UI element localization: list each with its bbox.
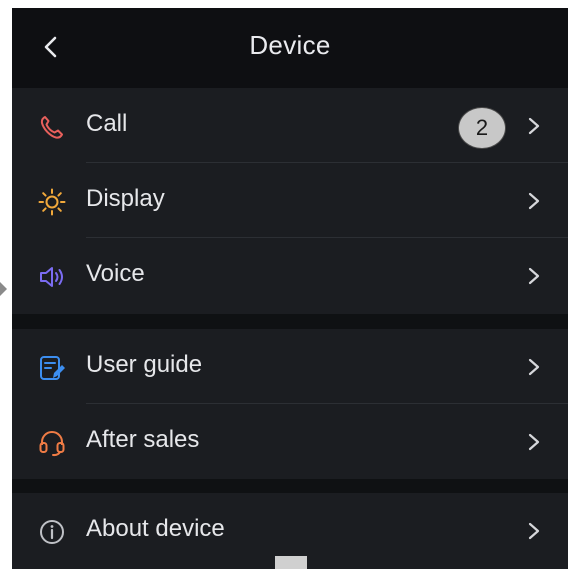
voice-row[interactable]: Voice xyxy=(12,238,568,313)
chevron-right-icon xyxy=(528,117,540,135)
page-title: Device xyxy=(249,30,331,60)
after-sales-row[interactable]: After sales xyxy=(12,404,568,479)
settings-group-2: User guide After sales xyxy=(12,329,568,479)
sun-icon xyxy=(38,188,66,216)
settings-group-1: Call 2 Display Voice xyxy=(12,88,568,314)
step-number-badge: 2 xyxy=(458,107,506,149)
display-row[interactable]: Display xyxy=(12,163,568,238)
top-bar: Device xyxy=(12,8,568,88)
headset-icon xyxy=(39,431,65,457)
after-sales-label: After sales xyxy=(86,426,200,453)
guide-icon xyxy=(40,356,65,380)
bottom-handle xyxy=(275,556,307,569)
chevron-right-icon xyxy=(528,522,540,540)
user-guide-label: User guide xyxy=(86,351,203,378)
device-screen: Device Call 2 Display Voice User guide A… xyxy=(12,8,568,569)
about-device-label: About device xyxy=(86,515,225,542)
info-icon xyxy=(40,520,64,544)
call-row[interactable]: Call 2 xyxy=(12,88,568,163)
phone-icon xyxy=(40,116,63,139)
chevron-right-icon xyxy=(528,192,540,210)
chevron-right-icon xyxy=(528,267,540,285)
call-label: Call xyxy=(86,110,128,137)
display-label: Display xyxy=(86,185,165,212)
chevron-right-icon xyxy=(528,358,540,376)
speaker-icon xyxy=(40,267,63,287)
voice-label: Voice xyxy=(86,260,145,287)
user-guide-row[interactable]: User guide xyxy=(12,329,568,404)
chevron-right-icon xyxy=(528,433,540,451)
side-pointer-marker xyxy=(0,282,7,296)
